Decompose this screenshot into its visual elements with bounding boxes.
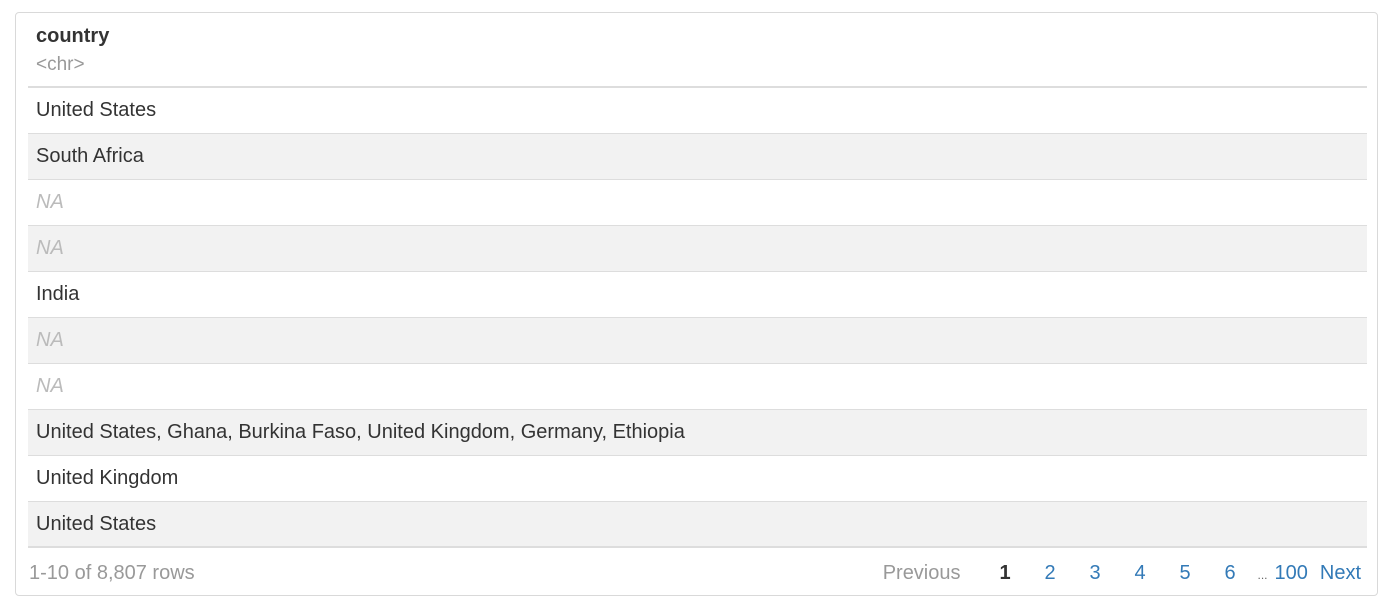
- table-footer: 1-10 of 8,807 rows Previous 1 2 3 4 5 6 …: [16, 551, 1377, 595]
- table-row: NA: [28, 180, 1367, 226]
- next-page-button[interactable]: Next: [1320, 562, 1361, 584]
- page-button-100[interactable]: 100: [1275, 562, 1308, 584]
- row-count-label: 1-10 of 8,807 rows: [29, 562, 195, 584]
- table-row: India: [28, 272, 1367, 318]
- table-body: United States South Africa NA NA India N…: [28, 88, 1367, 548]
- page-button-2[interactable]: 2: [1028, 562, 1073, 584]
- page-button-5[interactable]: 5: [1163, 562, 1208, 584]
- column-header-country[interactable]: country <chr>: [28, 13, 1367, 88]
- pagination-ellipsis: ...: [1257, 568, 1268, 582]
- data-table: country <chr> United States South Africa…: [28, 13, 1367, 548]
- table-row: United States: [28, 502, 1367, 548]
- data-table-frame: country <chr> United States South Africa…: [15, 12, 1378, 596]
- page-button-6[interactable]: 6: [1208, 562, 1253, 584]
- table-row: NA: [28, 226, 1367, 272]
- table-row: South Africa: [28, 134, 1367, 180]
- column-name: country: [36, 25, 110, 47]
- previous-page-button[interactable]: Previous: [883, 562, 961, 584]
- pagination: Previous 1 2 3 4 5 6 ... 100 Next: [883, 562, 1361, 586]
- table-row: United States: [28, 88, 1367, 134]
- column-type: <chr>: [36, 54, 85, 75]
- table-row: United Kingdom: [28, 456, 1367, 502]
- page-button-3[interactable]: 3: [1073, 562, 1118, 584]
- table-row: NA: [28, 318, 1367, 364]
- table-row: NA: [28, 364, 1367, 410]
- page-button-1[interactable]: 1: [983, 562, 1028, 584]
- table-row: United States, Ghana, Burkina Faso, Unit…: [28, 410, 1367, 456]
- page-button-4[interactable]: 4: [1118, 562, 1163, 584]
